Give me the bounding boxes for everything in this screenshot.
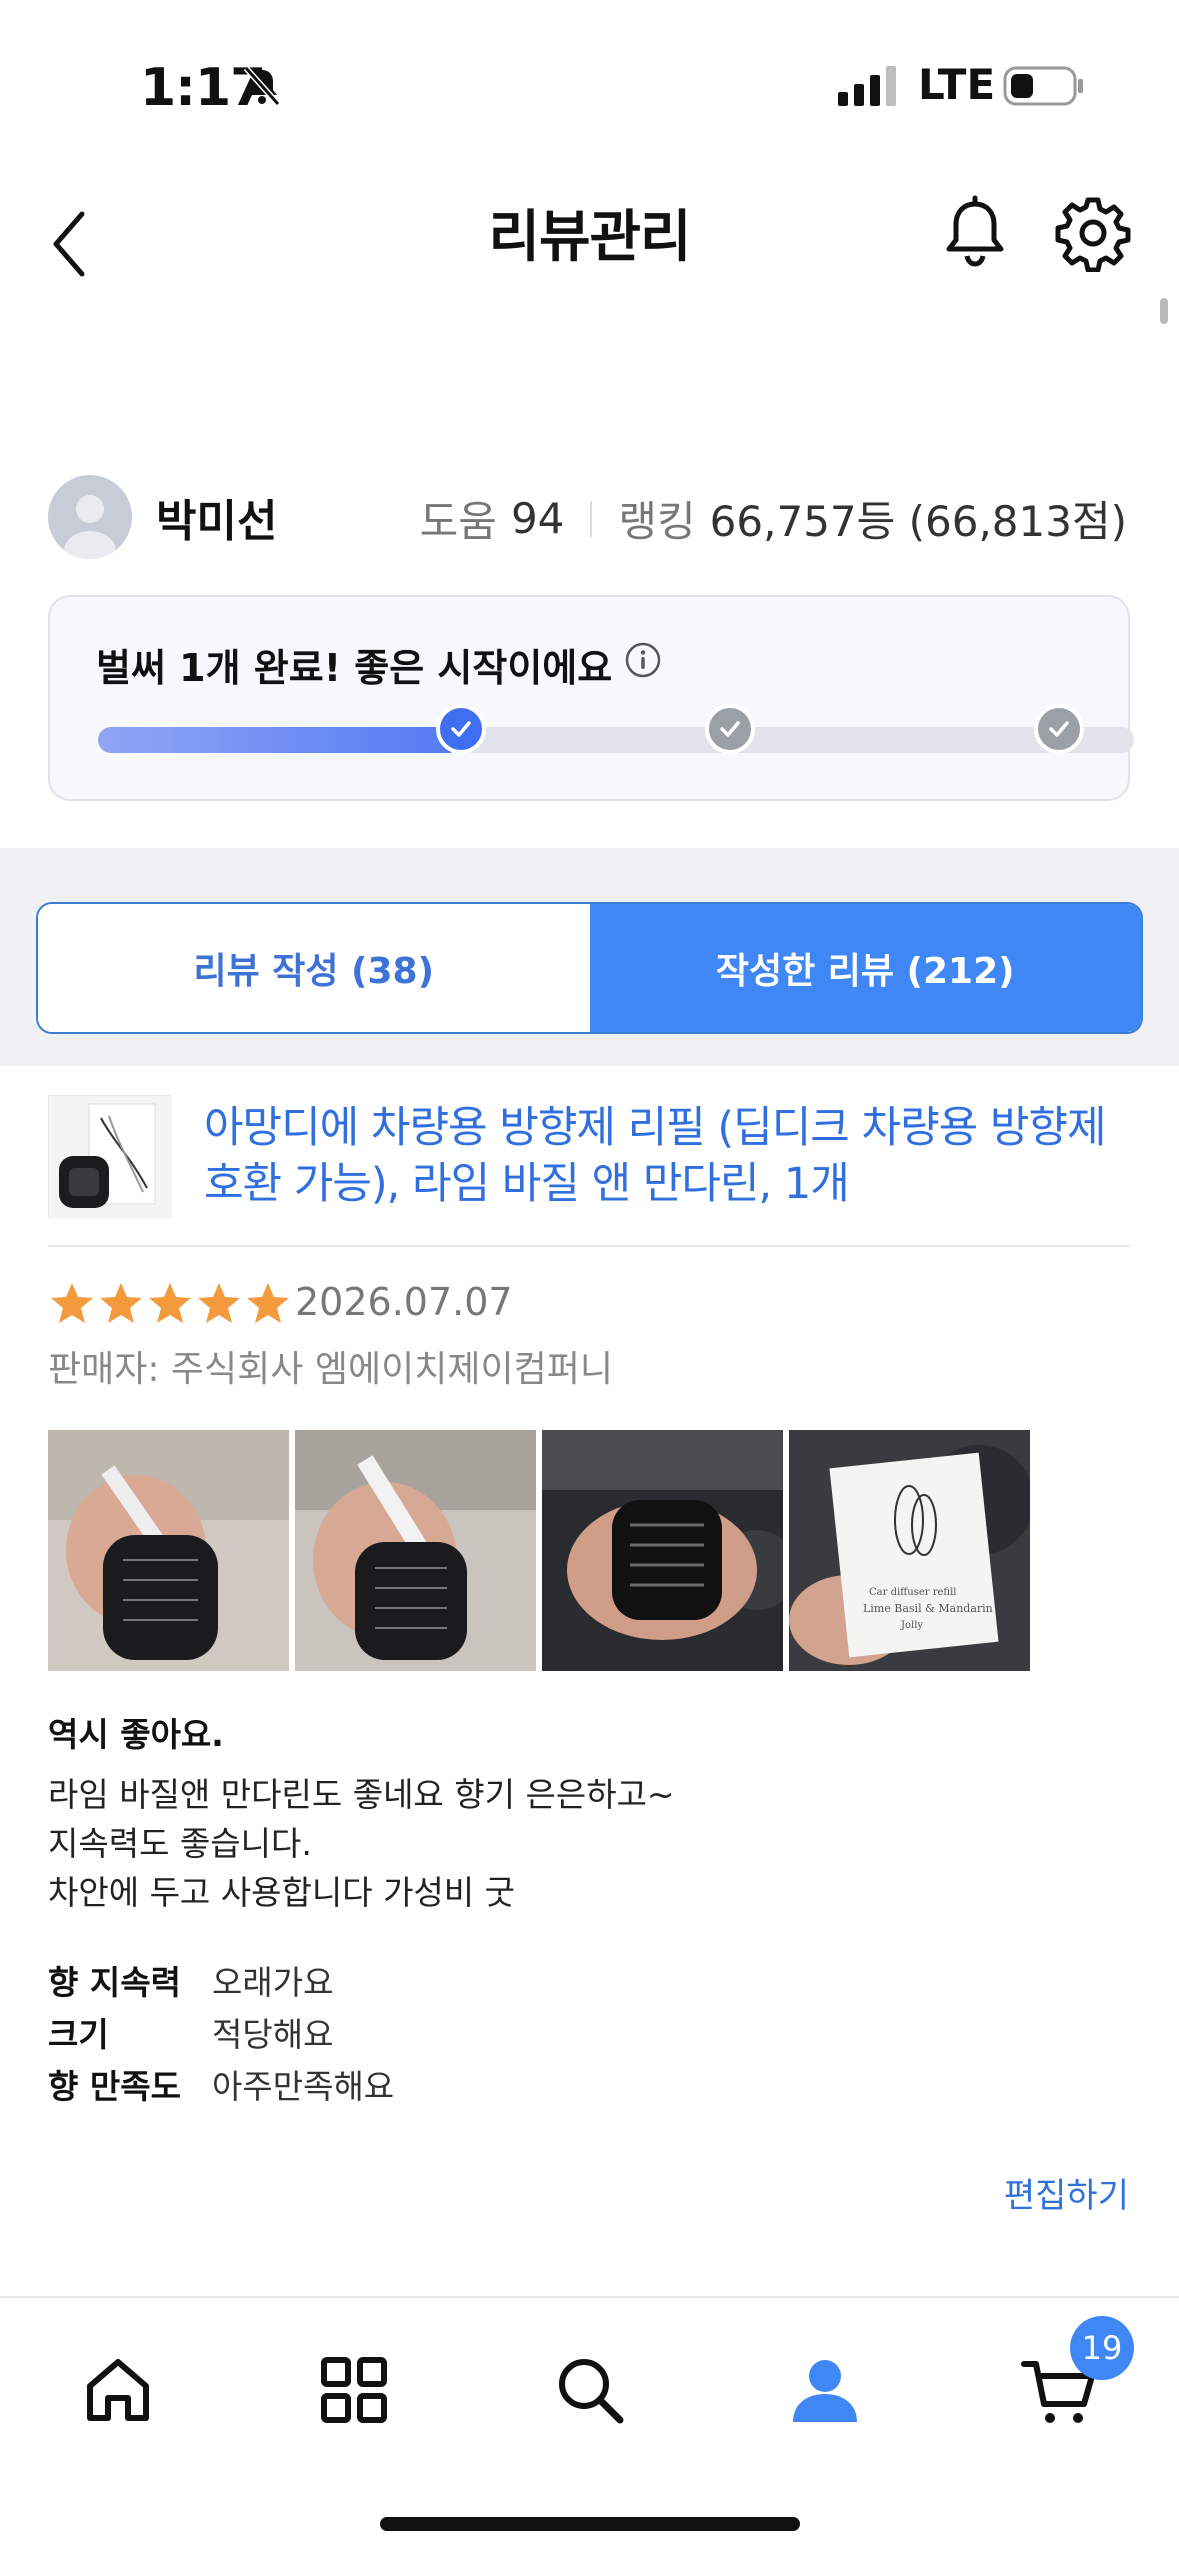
- attribute-value: 적당해요: [212, 2015, 334, 2054]
- star-icon: [247, 1283, 289, 1323]
- help-label: 도움: [419, 497, 497, 546]
- review-photo[interactable]: [295, 1430, 536, 1671]
- attribute-key: 향 지속력: [48, 1963, 181, 2002]
- review-attributes: 향 지속력 오래가요 크기 적당해요 향 만족도 아주만족해요: [48, 1954, 394, 2110]
- categories-icon[interactable]: [312, 2348, 396, 2432]
- attribute-key: 향 만족도: [48, 2067, 181, 2106]
- progress-bar: [98, 704, 1134, 754]
- milestone-check-icon: [436, 704, 486, 754]
- star-rating: [48, 1280, 293, 1328]
- review-body-line: 차안에 두고 사용합니다 가성비 굿: [48, 1873, 515, 1912]
- tab-write-review[interactable]: 리뷰 작성 (38): [38, 904, 590, 1032]
- rank-label: 랭킹: [618, 497, 696, 546]
- avatar[interactable]: [48, 475, 132, 559]
- avatar-placeholder-icon: [64, 495, 116, 559]
- review-body: 라임 바질앤 만다린도 좋네요 향기 은은하고~ 지속력도 좋습니다. 차안에 …: [48, 1770, 675, 1917]
- cart-badge: 19: [1070, 2316, 1134, 2380]
- review-photo[interactable]: Car diffuser refill Lime Basil & Mandari…: [789, 1430, 1030, 1671]
- user-name: 박미선: [156, 496, 278, 547]
- product-title[interactable]: 아망디에 차량용 방향제 리필 (딥디크 차량용 방향제 호환 가능), 라임 …: [204, 1100, 1134, 1212]
- user-stats: 도움 94 랭킹 66,757등 (66,813점): [420, 488, 1127, 549]
- review-tabs: 리뷰 작성 (38) 작성한 리뷰 (212): [36, 902, 1143, 1034]
- review-date: 2026.07.07: [295, 1280, 513, 1324]
- review-photo[interactable]: [48, 1430, 289, 1671]
- review-body-line: 지속력도 좋습니다.: [48, 1824, 312, 1863]
- attribute-key: 크기: [48, 2015, 109, 2054]
- gear-icon[interactable]: [1054, 194, 1132, 272]
- scroll-indicator[interactable]: [1160, 298, 1168, 324]
- tab-written-reviews[interactable]: 작성한 리뷰 (212): [589, 904, 1141, 1032]
- edit-review-link[interactable]: 편집하기: [1004, 2168, 1129, 2217]
- nav-header: 리뷰관리: [0, 170, 1179, 290]
- attribute-row: 향 지속력 오래가요: [48, 1954, 394, 2006]
- attribute-row: 향 만족도 아주만족해요: [48, 2058, 394, 2110]
- star-icon: [198, 1283, 240, 1323]
- attribute-value: 오래가요: [212, 1963, 334, 2002]
- profile-icon[interactable]: [783, 2348, 867, 2432]
- attribute-row: 크기 적당해요: [48, 2006, 394, 2058]
- milestone-check-icon: [705, 704, 755, 754]
- milestone-check-icon: [1034, 704, 1084, 754]
- review-photos: Car diffuser refill Lime Basil & Mandari…: [48, 1430, 1030, 1671]
- search-icon[interactable]: [548, 2348, 632, 2432]
- product-title-line: 호환 가능), 라임 바질 앤 만다린, 1개: [204, 1159, 850, 1209]
- progress-title: 벌써 1개 완료! 좋은 시작이에요: [96, 646, 613, 690]
- review-body-line: 라임 바질앤 만다린도 좋네요 향기 은은하고~: [48, 1775, 675, 1814]
- star-icon: [51, 1283, 93, 1323]
- progress-card: 벌써 1개 완료! 좋은 시작이에요: [48, 595, 1134, 801]
- photo-card-text: Lime Basil & Mandarin: [863, 1602, 993, 1615]
- photo-card-text: Jolly: [900, 1620, 923, 1631]
- attribute-value: 아주만족해요: [212, 2067, 395, 2106]
- review-headline: 역시 좋아요.: [48, 1715, 224, 1754]
- status-bar: 1:17 LTE: [0, 0, 1179, 170]
- photo-card-text: Car diffuser refill: [869, 1587, 957, 1598]
- rank-value: 66,757등 (66,813점): [709, 497, 1127, 546]
- battery-icon: [1003, 66, 1083, 106]
- star-icon: [149, 1283, 191, 1323]
- divider: [48, 1245, 1130, 1247]
- seller-name: 판매자: 주식회사 엠에이치제이컴퍼니: [48, 1349, 613, 1390]
- product-title-line: 아망디에 차량용 방향제 리필 (딥디크 차량용 방향제: [204, 1103, 1107, 1153]
- progress-fill: [98, 727, 461, 753]
- home-icon[interactable]: [76, 2348, 160, 2432]
- home-indicator: [380, 2517, 800, 2531]
- signal-icon: [838, 66, 896, 106]
- help-count: 94: [510, 494, 565, 543]
- info-icon[interactable]: [624, 641, 662, 679]
- bell-off-icon: [243, 66, 281, 106]
- stats-divider: [590, 500, 593, 537]
- review-photo[interactable]: [542, 1430, 783, 1671]
- network-label: LTE: [918, 60, 996, 109]
- bell-icon[interactable]: [936, 194, 1014, 272]
- star-icon: [100, 1283, 142, 1323]
- product-thumbnail[interactable]: [48, 1095, 172, 1219]
